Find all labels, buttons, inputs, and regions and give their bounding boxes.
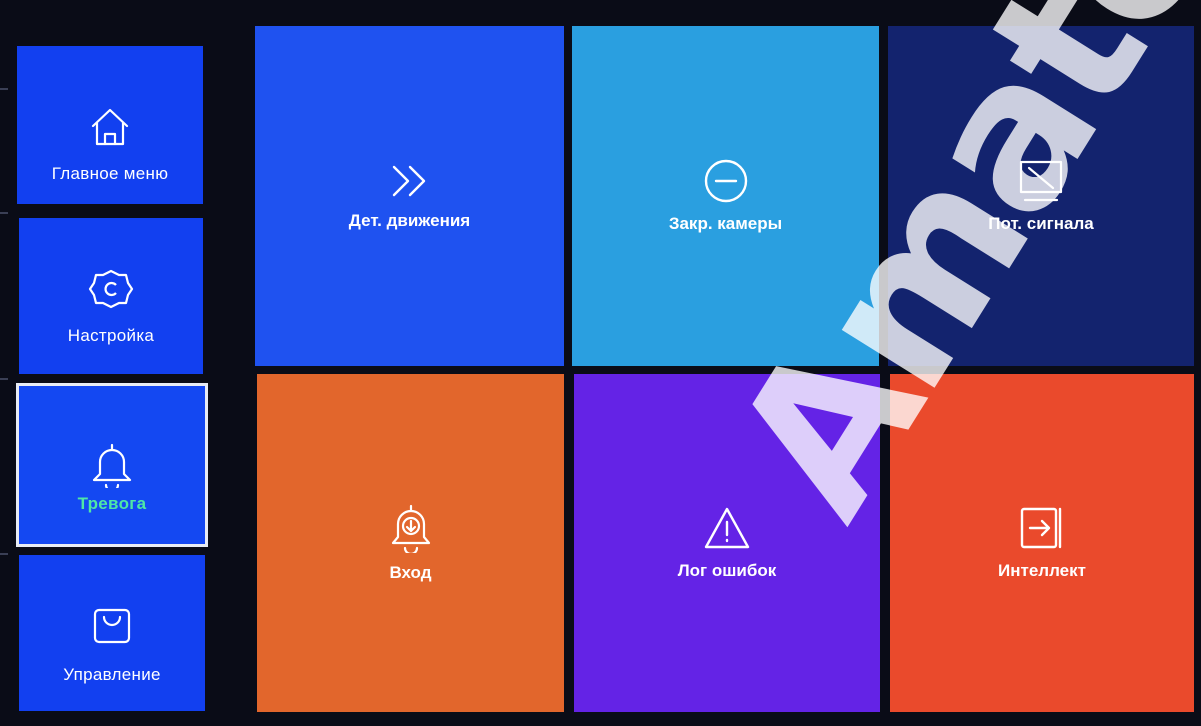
tile-alarm-input[interactable]: Вход <box>257 374 564 712</box>
bell-download-icon <box>388 503 434 553</box>
bag-icon <box>92 607 132 645</box>
edge-divider <box>0 88 8 90</box>
minus-circle-icon <box>703 158 749 204</box>
tile-signal-loss[interactable]: Пот. сигнала <box>888 26 1194 366</box>
sidebar-item-label: Управление <box>63 665 161 684</box>
bell-icon <box>90 442 134 488</box>
edge-divider <box>0 553 8 555</box>
sidebar-item-label: Тревога <box>77 494 147 513</box>
edge-divider <box>0 378 8 380</box>
signal-lost-monitor-icon <box>1017 158 1065 204</box>
sidebar-item-main-menu[interactable]: Главное меню <box>17 46 203 204</box>
tile-label: Пот. сигнала <box>988 214 1094 233</box>
tile-motion-detection[interactable]: Дет. движения <box>255 26 564 366</box>
screen: Главное меню Настройка Тревога Управлени… <box>0 0 1201 726</box>
sidebar-item-settings[interactable]: Настройка <box>19 218 203 374</box>
sidebar-item-label: Главное меню <box>51 164 169 183</box>
sidebar-item-management[interactable]: Управление <box>19 555 205 711</box>
sidebar-item-alarm[interactable]: Тревога <box>16 383 208 547</box>
home-icon <box>87 104 133 150</box>
tile-camera-masking[interactable]: Закр. камеры <box>572 26 879 366</box>
enter-icon <box>1018 505 1066 551</box>
tile-error-log[interactable]: Лог ошибок <box>574 374 880 712</box>
tile-label: Вход <box>389 563 432 582</box>
double-chevron-right-icon <box>386 161 434 201</box>
tile-intelligence[interactable]: Интеллект <box>890 374 1194 712</box>
tile-label: Интеллект <box>998 561 1086 580</box>
warning-triangle-icon <box>702 505 752 551</box>
sidebar-item-label: Настройка <box>67 326 155 345</box>
tile-label: Лог ошибок <box>677 561 777 580</box>
tile-label: Закр. камеры <box>668 214 783 233</box>
gear-icon <box>88 266 134 312</box>
edge-divider <box>0 212 8 214</box>
tile-label: Дет. движения <box>348 211 471 230</box>
